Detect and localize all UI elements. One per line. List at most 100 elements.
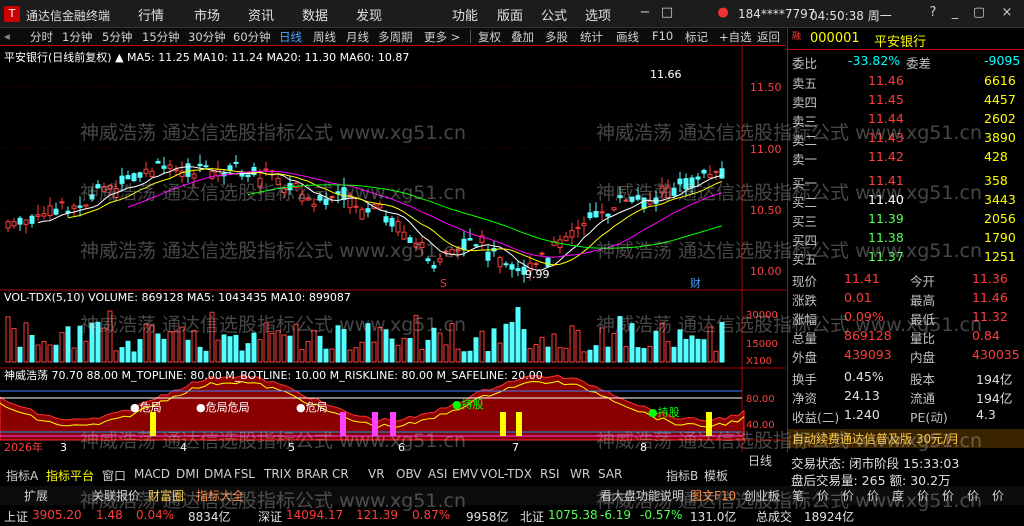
tab-dmi[interactable]: DMI — [176, 467, 199, 484]
tab-vol-tdx[interactable]: VOL-TDX — [480, 467, 532, 484]
index-l[interactable]: 北证 — [520, 508, 544, 525]
draw-button[interactable]: 画线 — [616, 29, 639, 45]
tab-sar[interactable]: SAR — [598, 467, 622, 484]
ask-row[interactable]: 卖四 11.45 4457 — [788, 91, 1024, 110]
stat-row[interactable]: 换手 0.45% 股本 194亿 — [788, 368, 1024, 387]
flag-financial[interactable]: 财 — [690, 276, 701, 290]
f10-button[interactable]: F10 — [652, 29, 673, 45]
stats-button[interactable]: 统计 — [580, 29, 603, 45]
tab-wr[interactable]: WR — [570, 467, 590, 484]
tab-macd[interactable]: MACD — [134, 467, 170, 484]
menu-formula[interactable]: 公式 — [541, 5, 567, 24]
tool-icon[interactable]: 价 — [992, 487, 1004, 504]
period-multi[interactable]: 多周期 — [378, 29, 413, 45]
period-60min[interactable]: 60分钟 — [233, 29, 271, 45]
ask-row[interactable]: 卖二 11.43 3890 — [788, 129, 1024, 148]
stat-row[interactable]: 现价 11.41 今开 11.36 — [788, 270, 1024, 289]
period-weekly[interactable]: 周线 — [313, 29, 336, 45]
tab-指标平台[interactable]: 指标平台 — [46, 467, 94, 484]
close-icon[interactable]: × — [998, 4, 1016, 22]
bid-row[interactable]: 买二 11.40 3443 — [788, 191, 1024, 210]
menu-quotes[interactable]: 行情 — [138, 5, 164, 24]
stat-row[interactable]: 涨幅 0.09% 最低 11.32 — [788, 308, 1024, 327]
chart-pane[interactable]: 平安银行(日线前复权) ▲ MA5: 11.25 MA10: 11.24 MA2… — [0, 46, 786, 454]
tool-icon[interactable]: 价 — [842, 487, 854, 504]
bid-row[interactable]: 买五 11.37 1251 — [788, 248, 1024, 267]
bid-row[interactable]: 买四 11.38 1790 — [788, 229, 1024, 248]
bid-row[interactable]: 买三 11.39 2056 — [788, 210, 1024, 229]
tab-asi[interactable]: ASI — [428, 467, 447, 484]
gem-link[interactable]: 创业板 — [744, 487, 780, 504]
minimize-icon[interactable]: − — [636, 4, 654, 22]
expand-button[interactable]: 扩展 — [24, 487, 48, 504]
index-l[interactable]: 总成交 — [756, 508, 792, 525]
tab-rsi[interactable]: RSI — [540, 467, 560, 484]
indicator-catalog-link[interactable]: 指标大全 — [196, 487, 244, 504]
back-button[interactable]: 返回 — [757, 29, 780, 45]
index-l[interactable]: 深证 — [258, 508, 282, 525]
ask-row[interactable]: 卖五 11.46 6616 — [788, 72, 1024, 91]
tab-trix[interactable]: TRIX — [264, 467, 291, 484]
multi-stock-button[interactable]: 多股 — [545, 29, 568, 45]
kline-chart[interactable]: 平安银行(日线前复权) ▲ MA5: 11.25 MA10: 11.24 MA2… — [0, 46, 786, 454]
stat-row[interactable]: 收益(二) 1.240 PE(动) 4.3 — [788, 406, 1024, 425]
tab-obv[interactable]: OBV — [396, 467, 422, 484]
ask-row[interactable]: 卖三 11.44 2602 — [788, 110, 1024, 129]
f10-link[interactable]: 图文F10 — [690, 487, 736, 504]
subscription-ad[interactable]: 自动续费通达信普及版 30元/月 — [788, 429, 1024, 448]
overlay-button[interactable]: 叠加 — [511, 29, 534, 45]
menu-layout[interactable]: 版面 — [497, 5, 523, 24]
menu-market[interactable]: 市场 — [194, 5, 220, 24]
tab-vr[interactable]: VR — [368, 467, 385, 484]
period-30min[interactable]: 30分钟 — [188, 29, 226, 45]
window-min-icon[interactable]: _ — [946, 4, 964, 22]
user-icon[interactable]: ● — [714, 4, 732, 22]
help-link[interactable]: 看大盘功能说明 — [600, 487, 684, 504]
menu-news[interactable]: 资讯 — [248, 5, 274, 24]
tab-emv[interactable]: EMV — [452, 467, 478, 484]
mark-button[interactable]: 标记 — [685, 29, 708, 45]
period-daily[interactable]: 日线 — [279, 29, 302, 45]
menu-options[interactable]: 选项 — [585, 5, 611, 24]
tool-icon[interactable]: 度 — [892, 487, 904, 504]
adjust-button[interactable]: 复权 — [478, 29, 501, 45]
tab-brar[interactable]: BRAR — [296, 467, 329, 484]
period-intraday[interactable]: 分时 — [30, 29, 53, 45]
tool-icon[interactable]: 价 — [942, 487, 954, 504]
flag-s[interactable]: S — [440, 277, 447, 290]
tool-icon[interactable]: 价 — [867, 487, 879, 504]
bid-row[interactable]: 买一 11.41 358 — [788, 172, 1024, 191]
stat-row[interactable]: 净资 24.13 流通 194亿 — [788, 387, 1024, 406]
ask-row[interactable]: 卖一 11.42 428 — [788, 148, 1024, 167]
tab-cr[interactable]: CR — [332, 467, 349, 484]
related-quote-link[interactable]: 关联报价 — [92, 487, 140, 504]
bottom-period-tab[interactable]: 日线 — [748, 452, 772, 469]
stat-row[interactable]: 涨跌 0.01 最高 11.46 — [788, 289, 1024, 308]
collapse-icon[interactable]: ◂ — [4, 29, 10, 45]
menu-data[interactable]: 数据 — [302, 5, 328, 24]
tool-icon[interactable]: 笔 — [792, 487, 804, 504]
menu-functions[interactable]: 功能 — [452, 5, 478, 24]
index-l[interactable]: 上证 — [4, 508, 28, 525]
wealth-circle-link[interactable]: 财富圈 — [148, 487, 184, 504]
maximize-icon[interactable]: □ — [658, 4, 676, 22]
tool-icon[interactable]: 价 — [967, 487, 979, 504]
period-5min[interactable]: 5分钟 — [102, 29, 132, 45]
tool-icon[interactable]: 价 — [917, 487, 929, 504]
period-1min[interactable]: 1分钟 — [62, 29, 92, 45]
tab-指标a[interactable]: 指标A — [6, 467, 38, 484]
period-15min[interactable]: 15分钟 — [142, 29, 180, 45]
stat-row[interactable]: 外盘 439093 内盘 430035 — [788, 346, 1024, 365]
tab-dma[interactable]: DMA — [204, 467, 232, 484]
tab-fsl[interactable]: FSL — [234, 467, 255, 484]
tool-icon[interactable]: 价 — [817, 487, 829, 504]
tab-窗口[interactable]: 窗口 — [102, 467, 126, 484]
add-watchlist-button[interactable]: +自选 — [719, 29, 752, 45]
stat-row[interactable]: 总量 869128 量比 0.84 — [788, 327, 1024, 346]
period-monthly[interactable]: 月线 — [346, 29, 369, 45]
tab-模板[interactable]: 模板 — [704, 467, 728, 484]
period-more[interactable]: 更多 > — [424, 29, 460, 45]
menu-discover[interactable]: 发现 — [356, 5, 382, 24]
account-id[interactable]: 184****7797 — [738, 7, 815, 21]
window-max-icon[interactable]: ▢ — [970, 4, 988, 22]
